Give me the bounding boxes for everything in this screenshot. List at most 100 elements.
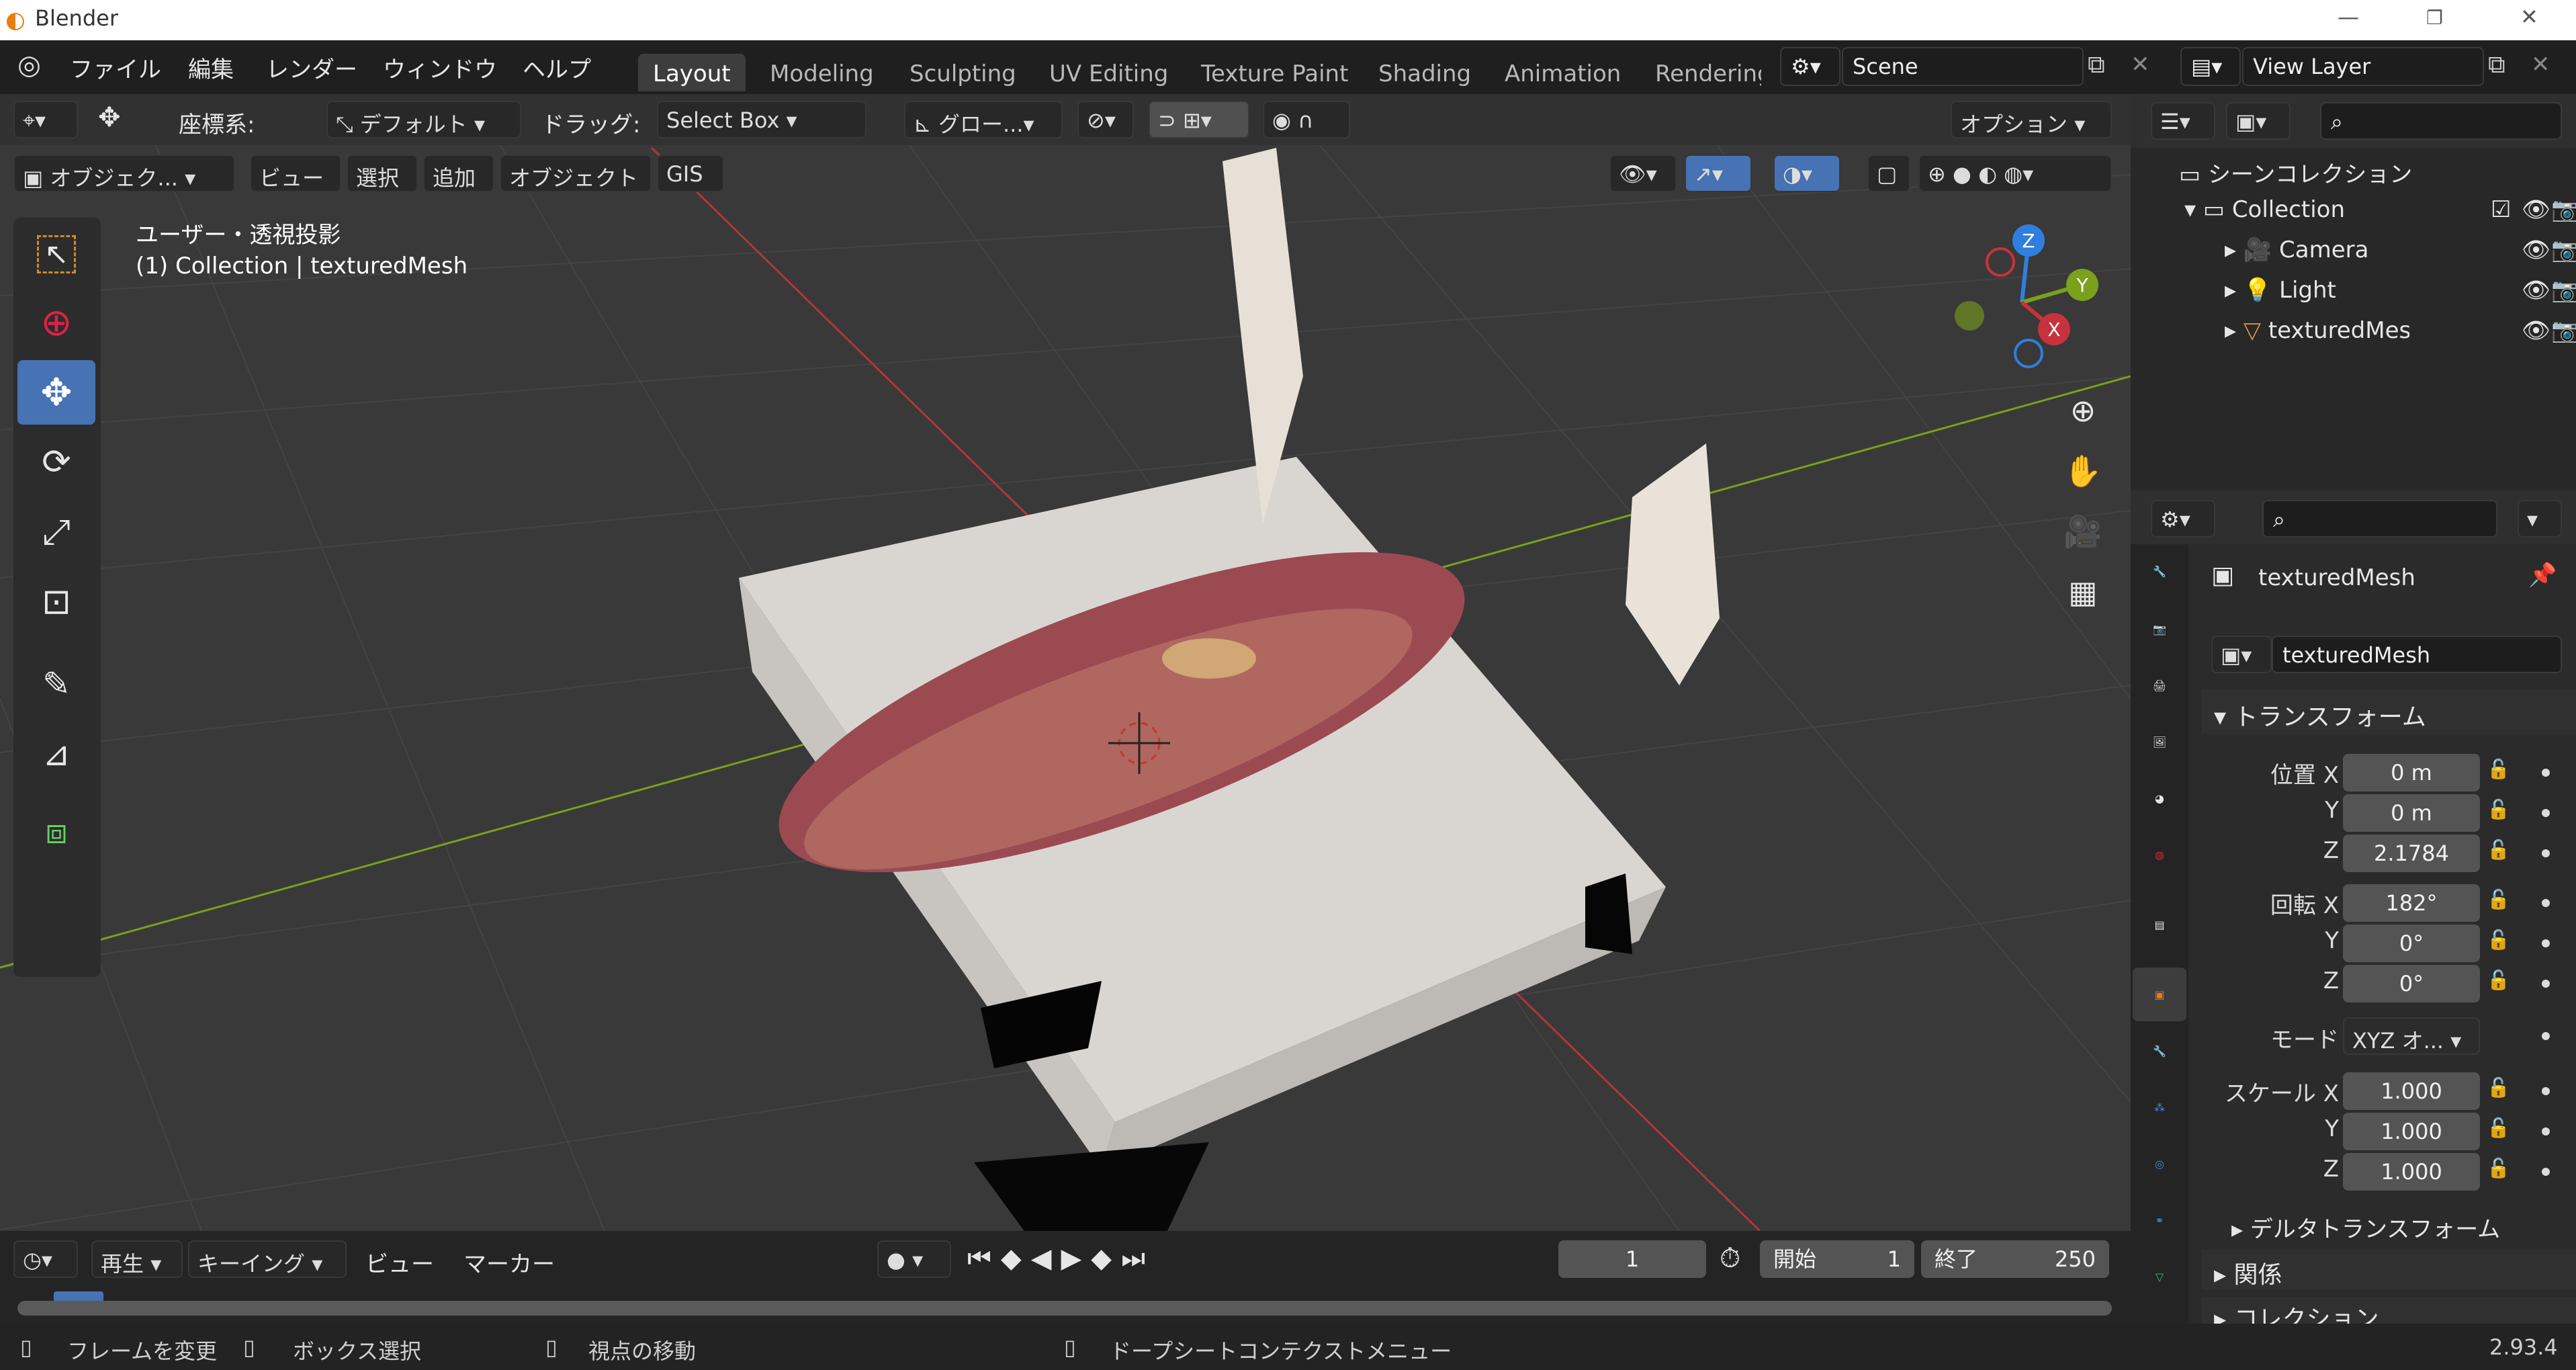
keyframe-dot[interactable] (2542, 769, 2550, 777)
collections-panel[interactable]: ▸ コレクション (2202, 1297, 2576, 1324)
proportional-edit-icon[interactable]: ◉ ∩ (1263, 101, 1350, 138)
properties-editor-type-icon[interactable]: ⚙▾ (2151, 500, 2215, 538)
object-browse-icon[interactable]: ▣▾ (2211, 636, 2272, 673)
delete-scene-icon[interactable]: ✕ (2131, 51, 2150, 78)
rotation-z-field[interactable]: 0° (2343, 965, 2480, 1002)
blender-menu-icon[interactable]: ◎ (17, 50, 41, 81)
eye-icon[interactable]: 👁 (2522, 196, 2550, 223)
scale-y-field[interactable]: 1.000 (2343, 1113, 2480, 1150)
playhead-indicator[interactable] (54, 1291, 103, 1301)
select-box-tool-icon[interactable]: ↖ (17, 222, 95, 286)
menu-window[interactable]: ウィンドウ (383, 51, 497, 84)
properties-search-input[interactable]: ⌕ (2262, 500, 2497, 538)
add-cube-tool-icon[interactable]: ⧈ (17, 800, 95, 864)
scale-z-field[interactable]: 1.000 (2343, 1153, 2480, 1191)
outliner-scene-collection[interactable]: ▭ シーンコレクション (2179, 156, 2412, 196)
menu-help[interactable]: ヘルプ (523, 51, 591, 84)
timeline-view-menu[interactable]: ビュー (365, 1246, 434, 1279)
pivot-point-icon[interactable]: ⊘▾ (1077, 101, 1134, 138)
delete-view-layer-icon[interactable]: ✕ (2531, 51, 2550, 78)
gizmo-toggle-icon[interactable]: ↗▾ (1685, 155, 1752, 192)
keyframe-dot[interactable] (2542, 1032, 2550, 1040)
collection-checkbox-icon[interactable]: ☑ (2491, 196, 2511, 223)
keyframe-dot[interactable] (2542, 809, 2550, 817)
lock-icon[interactable]: 🔓 (2487, 969, 2510, 991)
transform-orientation-dropdown[interactable]: ⊾ グロー...▾ (904, 101, 1063, 138)
view-layer-field[interactable]: View Layer (2242, 47, 2484, 86)
tab-uv-editing[interactable]: UV Editing (1034, 54, 1183, 91)
object-tab-icon[interactable]: ▣ (2133, 968, 2186, 1021)
keyframe-dot[interactable] (2542, 849, 2550, 857)
stopwatch-icon[interactable]: ⏱ (1720, 1243, 1740, 1274)
move-tool-button-icon[interactable]: ✥ (17, 360, 95, 425)
outliner-filter-icon[interactable]: ▣▾ (2226, 102, 2291, 140)
modifier-tab-icon[interactable]: 🔧 (2133, 1024, 2186, 1078)
object-data-name-field[interactable]: texturedMesh (2272, 636, 2562, 673)
outliner-collection[interactable]: ▾ ▭ Collection ☑ 👁 📷 (2184, 196, 2576, 237)
relations-panel[interactable]: ▸ 関係 (2202, 1250, 2576, 1290)
perspective-toggle-icon[interactable]: ▦ (2059, 568, 2106, 615)
menu-object[interactable]: オブジェクト (500, 155, 652, 192)
mode-dropdown[interactable]: ▣ オブジェク... ▾ (13, 155, 235, 192)
lock-icon[interactable]: 🔓 (2487, 839, 2510, 861)
transform-panel-header[interactable]: ▾ トランスフォーム (2202, 689, 2576, 734)
scene-tab-icon[interactable]: ◕ (2133, 771, 2186, 825)
lock-icon[interactable]: 🔓 (2487, 798, 2510, 820)
location-x-field[interactable]: 0 m (2343, 754, 2480, 791)
keyframe-dot[interactable] (2542, 980, 2550, 988)
output-tab-icon[interactable]: 🖨 (2133, 658, 2186, 712)
outliner-item-camera[interactable]: ▸ 🎥 Camera 👁 📷 (2225, 237, 2576, 277)
next-keyframe-icon[interactable]: ◆ (1091, 1243, 1121, 1274)
scene-name-field[interactable]: Scene (1842, 47, 2084, 86)
annotate-tool-icon[interactable]: ✎ (17, 652, 95, 716)
transform-tool-icon[interactable]: ⊡ (17, 570, 95, 634)
location-z-field[interactable]: 2.1784 (2343, 834, 2480, 872)
render-tab-icon[interactable]: 📷 (2133, 602, 2186, 656)
lock-icon[interactable]: 🔓 (2487, 929, 2510, 951)
outliner-item-light[interactable]: ▸ 💡 Light 👁 📷 (2225, 277, 2576, 317)
outliner-item-texturedmesh[interactable]: ▸ ▽ texturedMesh 👁📷 (2225, 317, 2576, 357)
coord-dropdown[interactable]: ⤡ デフォルト ▾ (326, 101, 521, 138)
playback-menu[interactable]: 再生 ▾ (91, 1240, 183, 1278)
lock-icon[interactable]: 🔓 (2487, 1117, 2510, 1139)
outliner-display-mode-icon[interactable]: ☰▾ (2151, 102, 2215, 140)
keying-menu[interactable]: キーイング ▾ (188, 1240, 347, 1278)
tab-layout[interactable]: Layout (638, 54, 746, 91)
measure-tool-icon[interactable]: ⊿ (17, 722, 95, 786)
lock-icon[interactable]: 🔓 (2487, 758, 2510, 780)
menu-render[interactable]: レンダー (266, 51, 357, 84)
render-camera-icon[interactable]: 📷 (2551, 237, 2576, 263)
keyframe-dot[interactable] (2542, 1087, 2550, 1095)
render-camera-icon[interactable]: 📷 (2551, 317, 2576, 344)
rotation-mode-dropdown[interactable]: XYZ オ... ▾ (2343, 1017, 2480, 1055)
eye-icon[interactable]: 👁 (2522, 277, 2550, 304)
start-frame-field[interactable]: 開始 1 (1760, 1240, 1914, 1278)
view-layer-icon[interactable]: ▤▾ (2180, 47, 2241, 86)
end-frame-field[interactable]: 終了 250 (1921, 1240, 2109, 1278)
record-icon[interactable]: ● ▾ (877, 1240, 951, 1278)
menu-edit[interactable]: 編集 (188, 51, 234, 84)
collection-tab-icon[interactable]: ▤ (2133, 898, 2186, 951)
zoom-icon[interactable]: ⊕ (2059, 387, 2106, 434)
render-camera-icon[interactable]: 📷 (2551, 196, 2576, 223)
new-view-layer-icon[interactable]: ⧉ (2488, 51, 2505, 79)
3d-viewport[interactable]: ⌖▾ ✥ 座標系: ⤡ デフォルト ▾ ドラッグ: Select Box ▾ ⊾… (0, 94, 2131, 1231)
menu-select[interactable]: 選択 (347, 155, 418, 192)
location-y-field[interactable]: 0 m (2343, 794, 2480, 832)
overlay-toggle-icon[interactable]: ◑▾ (1773, 155, 1840, 192)
snap-icon[interactable]: ⊃ ⊞▾ (1149, 101, 1249, 138)
lock-icon[interactable]: 🔓 (2487, 888, 2510, 910)
rotation-x-field[interactable]: 182° (2343, 884, 2480, 922)
tab-shading[interactable]: Shading (1364, 54, 1486, 91)
maximize-button[interactable]: ❐ (2426, 7, 2443, 29)
render-camera-icon[interactable]: 📷 (2551, 277, 2576, 304)
timeline-editor-type-icon[interactable]: ◷▾ (13, 1240, 78, 1278)
view-layer-tab-icon[interactable]: 🖼 (2133, 715, 2186, 769)
scale-x-field[interactable]: 1.000 (2343, 1072, 2480, 1110)
tool-select-icon[interactable]: ⌖▾ (13, 101, 78, 138)
jump-end-icon[interactable]: ⏭ (1121, 1243, 1155, 1274)
current-frame-field[interactable]: 1 (1558, 1240, 1706, 1278)
options-dropdown[interactable]: オプション ▾ (1951, 101, 2112, 138)
eye-icon[interactable]: 👁 (2522, 317, 2550, 344)
tab-sculpting[interactable]: Sculpting (895, 54, 1031, 91)
